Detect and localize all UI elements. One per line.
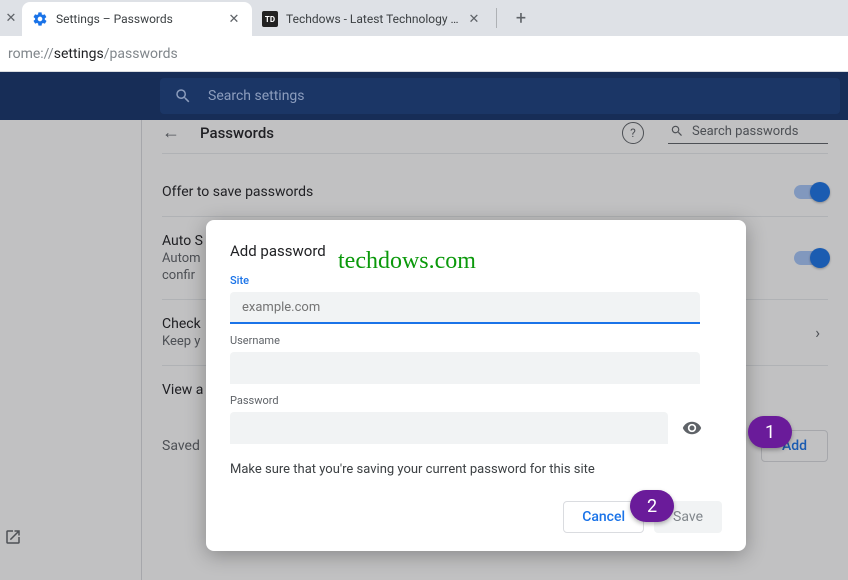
gear-icon [32, 11, 48, 27]
password-label: Password [230, 394, 722, 407]
annotation-badge-2: 2 [630, 490, 674, 522]
username-input[interactable] [230, 352, 700, 384]
close-icon[interactable]: ✕ [226, 11, 242, 27]
dialog-title: Add password [230, 242, 722, 260]
username-label: Username [230, 334, 722, 347]
eye-icon[interactable] [682, 418, 702, 438]
site-label: Site [230, 274, 722, 287]
tab-settings[interactable]: Settings – Passwords ✕ [22, 2, 252, 36]
tab-title: Techdows - Latest Technology News [286, 12, 466, 26]
site-input[interactable] [230, 292, 700, 324]
annotation-badge-1: 1 [748, 416, 792, 448]
new-tab-button[interactable]: + [507, 4, 535, 32]
dialog-hint: Make sure that you're saving your curren… [230, 462, 722, 477]
tab-title: Settings – Passwords [56, 12, 226, 26]
modal-scrim-top [0, 72, 848, 120]
close-icon[interactable]: ✕ [466, 11, 482, 27]
tab-divider [496, 8, 497, 28]
tab-techdows[interactable]: TD Techdows - Latest Technology News ✕ [252, 2, 492, 36]
url-text: rome://settings/passwords [8, 46, 178, 62]
close-icon[interactable]: ✕ [0, 0, 22, 36]
password-input[interactable] [230, 412, 668, 444]
tab-strip: ✕ Settings – Passwords ✕ TD Techdows - L… [0, 0, 848, 36]
site-favicon: TD [262, 11, 278, 27]
watermark-text: techdows.com [338, 248, 476, 275]
address-bar[interactable]: rome://settings/passwords [0, 36, 848, 72]
